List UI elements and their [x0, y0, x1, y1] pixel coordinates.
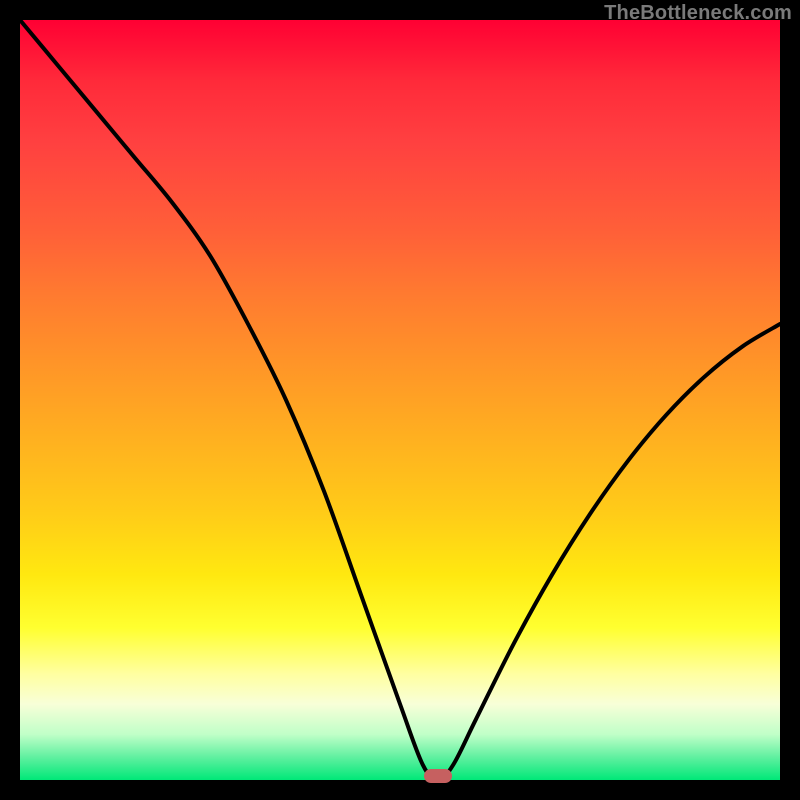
minimum-marker	[424, 769, 452, 783]
plot-area	[20, 20, 780, 780]
watermark-text: TheBottleneck.com	[604, 2, 792, 25]
bottleneck-curve	[20, 20, 780, 780]
chart-frame: TheBottleneck.com	[0, 0, 800, 800]
